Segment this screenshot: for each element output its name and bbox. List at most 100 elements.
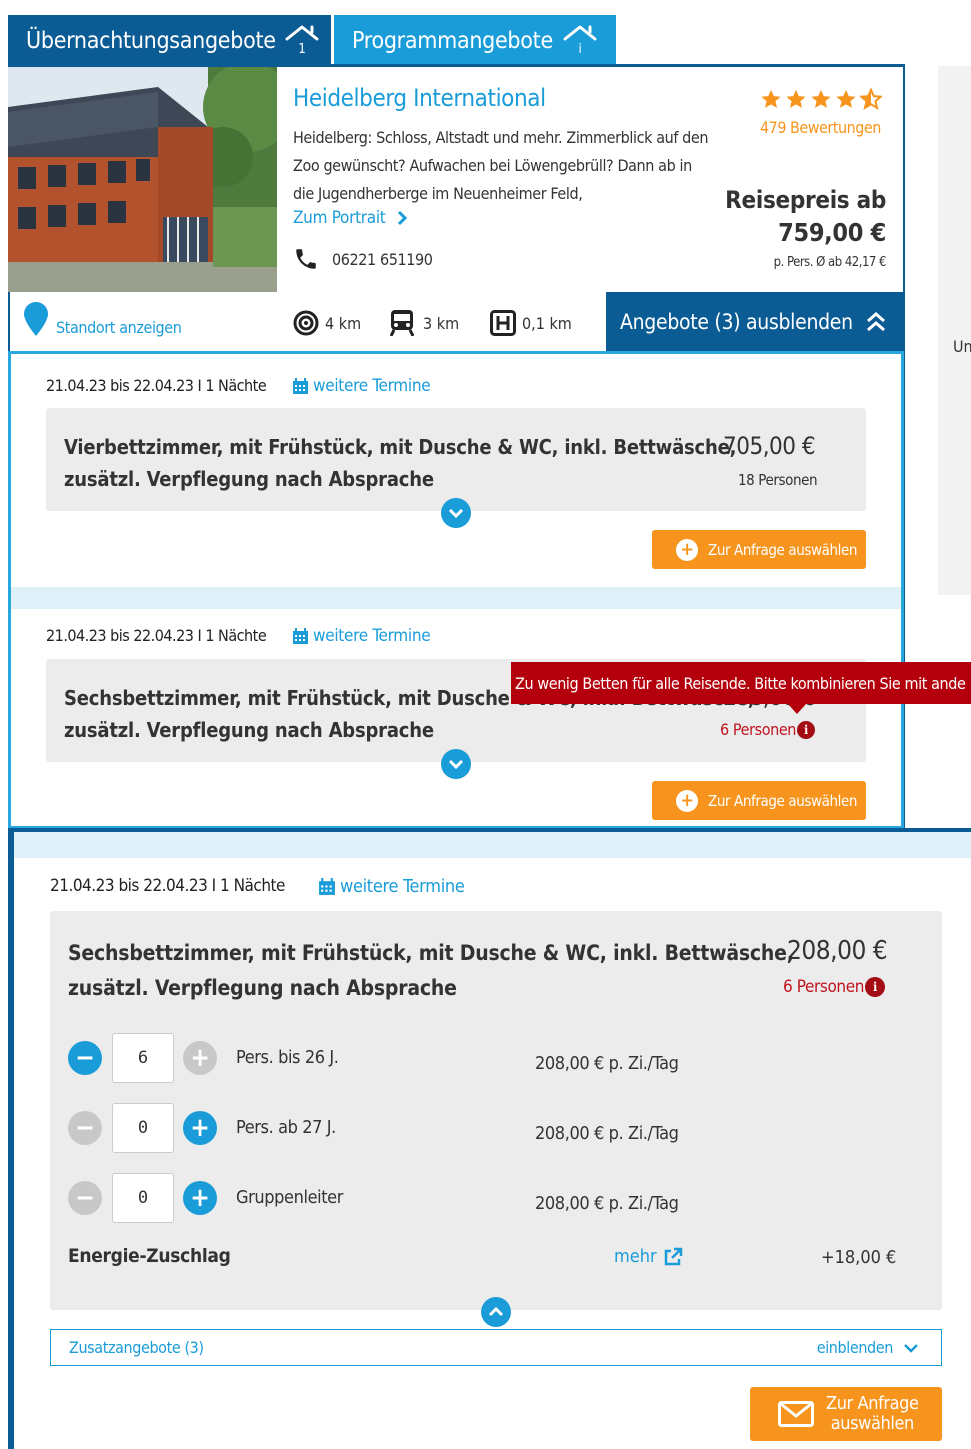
room-title: Sechsbettzimmer, mit Frühstück, mit Dusc… [68, 936, 794, 1006]
distance-bus: 0,1 km [490, 310, 572, 336]
hotel-photo[interactable] [8, 67, 277, 292]
guest-type-label: Gruppenleiter [236, 1187, 344, 1208]
distance-center: 4 km [293, 310, 361, 336]
more-dates-link[interactable]: weitere Termine [292, 626, 431, 646]
guest-rate: 208,00 € p. Zi./Tag [535, 1123, 679, 1144]
portrait-link[interactable]: Zum Portrait [293, 208, 409, 228]
hotel-name[interactable]: Heidelberg International [293, 84, 546, 112]
external-link-icon [664, 1247, 682, 1265]
svg-text:i: i [579, 42, 582, 55]
surcharge-more-label: mehr [614, 1246, 657, 1267]
extras-bar[interactable]: Zusatzangebote (3) einblenden [50, 1329, 942, 1366]
extras-toggle-label: einblenden [816, 1338, 894, 1357]
star-icon [811, 89, 831, 108]
expand-button[interactable] [441, 498, 471, 528]
tab-overnight-label: Übernachtungsangebote [26, 27, 276, 54]
select-offer-label-line1: Zur Anfrage [826, 1393, 919, 1414]
distance-train-value: 3 km [423, 313, 460, 333]
more-dates-label: weitere Termine [313, 626, 431, 646]
room-title: Vierbettzimmer, mit Frühstück, mit Dusch… [64, 431, 736, 495]
extras-toggle[interactable]: einblenden [817, 1338, 919, 1357]
price-value: 759,00 € [778, 218, 886, 247]
select-offer-label-line2: auswählen [830, 1413, 915, 1434]
chevron-down-icon [448, 759, 464, 770]
reviews-count[interactable]: 479 Bewertungen [760, 118, 881, 137]
star-rating [760, 88, 882, 110]
location-link[interactable]: Standort anzeigen [24, 300, 182, 337]
warning-tooltip-text: Zu wenig Betten für alle Reisende. Bitte… [515, 673, 966, 693]
calendar-icon [293, 627, 308, 644]
offers-toggle-button[interactable]: Angebote (3) ausblenden [606, 292, 905, 352]
info-icon[interactable]: i [865, 977, 886, 997]
star-icon [761, 89, 781, 108]
expand-button[interactable] [441, 749, 471, 779]
room-title-line1: Vierbettzimmer, mit Frühstück, mit Dusch… [64, 435, 737, 459]
increase-button[interactable]: + [183, 1111, 217, 1145]
half-star-icon [860, 88, 882, 110]
room-persons: 6 Personen i [720, 720, 816, 739]
house-info-icon: i [563, 25, 597, 55]
chevron-down-icon [904, 1343, 918, 1353]
calendar-icon [293, 377, 308, 394]
more-dates-link[interactable]: weitere Termine [318, 876, 465, 897]
more-dates-link[interactable]: weitere Termine [292, 376, 431, 396]
location-link-label: Standort anzeigen [56, 318, 182, 337]
chevron-down-icon [448, 508, 464, 519]
envelope-icon [778, 1401, 814, 1427]
distance-train: 3 km [390, 310, 459, 336]
select-offer-label: Zur Anfrage auswählen [708, 791, 858, 810]
train-icon [390, 310, 414, 336]
double-chevron-up-icon [866, 312, 885, 332]
tab-program-offers[interactable]: Programmangebote i [334, 15, 616, 66]
guest-count-input[interactable]: 0 [112, 1173, 174, 1223]
surcharge-price: +18,00 € [821, 1247, 897, 1268]
guest-count-input[interactable]: 0 [112, 1103, 174, 1153]
distance-bus-value: 0,1 km [522, 313, 572, 333]
tooltip-arrow [788, 704, 806, 714]
select-offer-button[interactable]: Zur Anfrage auswählen [750, 1387, 942, 1441]
plus-circle-icon: + [676, 789, 698, 812]
bus-stop-icon [490, 310, 516, 336]
increase-button[interactable]: + [183, 1041, 217, 1075]
tab-program-label: Programmangebote [352, 27, 553, 54]
guest-count-input[interactable]: 6 [112, 1033, 174, 1083]
price-label: Reisepreis ab [725, 186, 886, 214]
decrease-button[interactable]: − [68, 1111, 102, 1145]
collapse-button[interactable] [481, 1297, 511, 1327]
select-offer-button[interactable]: + Zur Anfrage auswählen [652, 781, 866, 820]
offer-date: 21.04.23 bis 22.04.23 I 1 Nächte [46, 626, 267, 645]
select-offer-label: Zur Anfrage auswählen [826, 1394, 919, 1434]
guest-type-label: Pers. ab 27 J. [236, 1117, 336, 1138]
surcharge-more-link[interactable]: mehr [614, 1246, 683, 1267]
extras-label: Zusatzangebote (3) [69, 1338, 204, 1357]
house-icon: 1 [285, 25, 319, 55]
tab-overnight-offers[interactable]: Übernachtungsangebote 1 [8, 15, 331, 66]
phone-number: 06221 651190 [332, 249, 433, 269]
room-title-line2: zusätzl. Verpflegung nach Absprache [64, 467, 434, 491]
star-icon [836, 89, 856, 108]
chevron-right-icon [398, 210, 408, 226]
offer-date: 21.04.23 bis 22.04.23 I 1 Nächte [46, 376, 267, 395]
warning-tooltip: Zu wenig Betten für alle Reisende. Bitte… [511, 662, 971, 704]
select-offer-label: Zur Anfrage auswählen [708, 540, 858, 559]
more-dates-label: weitere Termine [340, 876, 465, 897]
select-offer-button[interactable]: + Zur Anfrage auswählen [652, 530, 866, 569]
plus-circle-icon: + [676, 538, 698, 561]
offer-date: 21.04.23 bis 22.04.23 I 1 Nächte [50, 876, 285, 896]
room-title-line2: zusätzl. Verpflegung nach Absprache [68, 976, 457, 1000]
increase-button[interactable]: + [183, 1181, 217, 1215]
decrease-button[interactable]: − [68, 1041, 102, 1075]
decrease-button[interactable]: − [68, 1181, 102, 1215]
room-persons: 6 Personen i [783, 977, 886, 997]
map-pin-icon [24, 301, 48, 336]
surcharge-label: Energie-Zuschlag [68, 1245, 231, 1267]
offer-separator [11, 587, 901, 609]
star-icon [786, 89, 806, 108]
guest-rate: 208,00 € p. Zi./Tag [535, 1193, 679, 1214]
calendar-icon [319, 877, 335, 895]
target-icon [293, 310, 319, 336]
room-price: 208,00 € [787, 936, 888, 966]
price-per-person: p. Pers. Ø ab 42,17 € [773, 255, 887, 270]
chevron-up-icon [488, 1306, 504, 1317]
info-icon[interactable]: i [797, 720, 816, 739]
